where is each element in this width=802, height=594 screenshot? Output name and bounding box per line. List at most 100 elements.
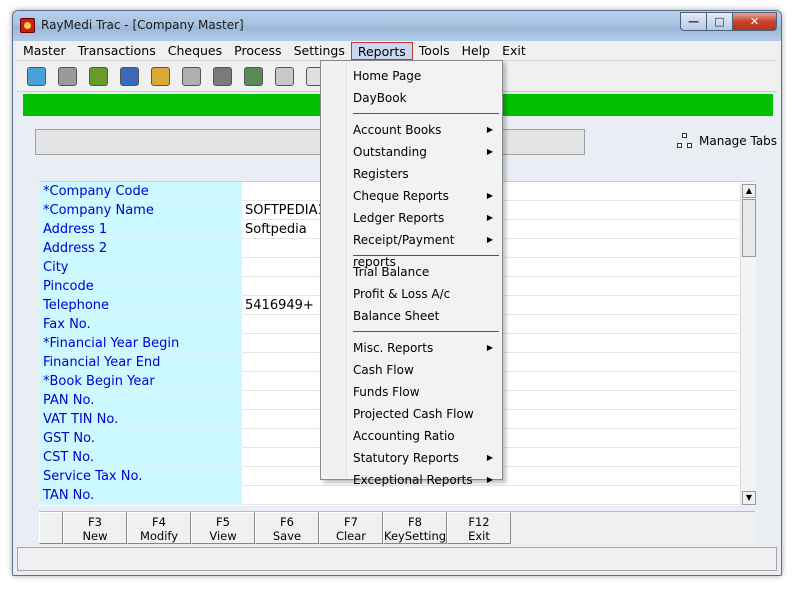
menu-item-label: Profit & Loss A/c — [353, 287, 451, 301]
menu-gutter — [323, 63, 347, 477]
fkey-save-button[interactable]: F6 Save — [255, 512, 319, 544]
menu-item-trial-balance[interactable]: Trial Balance — [353, 261, 501, 283]
field-label: *Financial Year Begin — [39, 334, 242, 353]
menu-item-funds-flow[interactable]: Funds Flow — [353, 381, 501, 403]
fkey-modify-button[interactable]: F4 Modify — [127, 512, 191, 544]
menu-master[interactable]: Master — [17, 42, 72, 60]
fkey-label: New — [82, 529, 108, 543]
field-label: GST No. — [39, 429, 242, 448]
maximize-button[interactable]: □ — [707, 12, 733, 31]
submenu-arrow-icon: ▶ — [486, 453, 493, 462]
toolbar-edit-button[interactable] — [240, 64, 266, 90]
menu-item-cheque-reports[interactable]: Cheque Reports ▶ — [353, 185, 501, 207]
menu-item-home-page[interactable]: Home Page — [353, 65, 501, 87]
menu-item-misc-reports[interactable]: Misc. Reports ▶ — [353, 337, 501, 359]
fkey-key: F6 — [280, 515, 294, 529]
menu-reports[interactable]: Reports — [350, 41, 413, 60]
fkey-key: F5 — [216, 515, 230, 529]
fkey-label: KeySetting — [384, 529, 447, 543]
scroll-down-icon[interactable]: ▼ — [742, 491, 756, 505]
menu-item-accounting-ratio[interactable]: Accounting Ratio — [353, 425, 501, 447]
submenu-arrow-icon: ▶ — [486, 213, 493, 222]
toolbar-book-button[interactable] — [23, 64, 49, 90]
reports-dropdown: Home Page DayBook Account Books ▶ Outstandin… — [320, 60, 503, 487]
field-label: VAT TIN No. — [39, 410, 242, 429]
submenu-arrow-icon: ▶ — [486, 475, 493, 484]
menu-item-label: Accounting Ratio — [353, 429, 455, 443]
menu-item-exceptional-reports[interactable]: Exceptional Reports ▶ — [353, 469, 501, 491]
report-icon — [274, 67, 294, 86]
field-label: Telephone — [39, 296, 242, 315]
submenu-arrow-icon: ▶ — [486, 191, 493, 200]
scroll-thumb[interactable] — [742, 199, 756, 257]
field-label: Address 1 — [39, 220, 242, 239]
menu-item-label: Trial Balance — [353, 265, 430, 279]
menu-item-label: Projected Cash Flow — [353, 407, 474, 421]
menu-item-balance-sheet[interactable]: Balance Sheet — [353, 305, 501, 327]
menu-item-registers[interactable]: Registers — [353, 163, 501, 185]
field-label: PAN No. — [39, 391, 242, 410]
fkey-label: Clear — [335, 529, 367, 543]
menu-settings[interactable]: Settings — [288, 42, 351, 60]
function-key-bar: F3 New F4 Modify F5 View F6 Save F7 Clear F8 KeySet… — [39, 511, 755, 544]
fkey-label: Exit — [468, 529, 490, 543]
menu-tools[interactable]: Tools — [413, 42, 456, 60]
minimize-button[interactable]: — — [680, 12, 707, 31]
toolbar-settings-button[interactable] — [209, 64, 235, 90]
toolbar-box-button[interactable] — [85, 64, 111, 90]
menu-help[interactable]: Help — [456, 42, 497, 60]
fkey-new-button[interactable]: F3 New — [63, 512, 127, 544]
field-label: *Company Code — [39, 182, 242, 201]
close-button[interactable]: ✕ — [733, 12, 777, 31]
fkey-exit-button[interactable]: F12 Exit — [447, 512, 511, 544]
scroll-up-icon[interactable]: ▲ — [742, 184, 756, 198]
menu-item-profit-loss-a-c[interactable]: Profit & Loss A/c — [353, 283, 501, 305]
window-title: RayMedi Trac - [Company Master] — [41, 18, 244, 32]
menu-item-ledger-reports[interactable]: Ledger Reports ▶ — [353, 207, 501, 229]
menu-item-projected-cash-flow[interactable]: Projected Cash Flow — [353, 403, 501, 425]
title-bar[interactable]: RayMedi Trac - [Company Master] — □ ✕ — [13, 11, 781, 41]
menu-item-statutory-reports[interactable]: Statutory Reports ▶ — [353, 447, 501, 469]
fkey-key: F4 — [152, 515, 166, 529]
fkey-keysetting-button[interactable]: F8 KeySetting — [383, 512, 447, 544]
submenu-arrow-icon: ▶ — [486, 125, 493, 134]
menu-item-account-books[interactable]: Account Books ▶ — [353, 119, 501, 141]
fkey-clear-button[interactable]: F7 Clear — [319, 512, 383, 544]
menu-item-label: Statutory Reports — [353, 451, 459, 465]
toolbar-users-button[interactable] — [116, 64, 142, 90]
menu-cheques[interactable]: Cheques — [162, 42, 228, 60]
menu-item-receipt-payment-reports[interactable]: Receipt/Payment reports ▶ — [353, 229, 501, 269]
menu-item-label: DayBook — [353, 91, 407, 105]
menu-separator — [353, 331, 499, 332]
menu-item-daybook[interactable]: DayBook — [353, 87, 501, 109]
menu-item-outstanding[interactable]: Outstanding ▶ — [353, 141, 501, 163]
menu-item-label: Home Page — [353, 69, 422, 83]
edit-icon — [243, 67, 263, 86]
fkey-label: Save — [272, 529, 302, 543]
menu-item-cash-flow[interactable]: Cash Flow — [353, 359, 501, 381]
manage-tabs-label: Manage Tabs — [699, 134, 778, 148]
menu-process[interactable]: Process — [228, 42, 287, 60]
menu-item-label: Balance Sheet — [353, 309, 440, 323]
field-label: *Company Name — [39, 201, 242, 220]
menu-item-label: Cheque Reports — [353, 189, 449, 203]
toolbar-cheque-button[interactable] — [178, 64, 204, 90]
fkey-view-button[interactable]: F5 View — [191, 512, 255, 544]
menu-item-label: Exceptional Reports — [353, 473, 473, 487]
printer-icon — [57, 67, 77, 86]
manage-tabs-button[interactable]: Manage Tabs — [677, 133, 777, 149]
menu-item-label: Account Books — [353, 123, 442, 137]
form-scrollbar[interactable]: ▲ ▼ — [740, 183, 756, 506]
toolbar-report-button[interactable] — [271, 64, 297, 90]
book-icon — [26, 67, 46, 86]
menu-bar: Master Transactions Cheques Process Settings… — [17, 41, 777, 61]
toolbar-folder-button[interactable] — [147, 64, 173, 90]
menu-exit[interactable]: Exit — [496, 42, 532, 60]
toolbar-printer-button[interactable] — [54, 64, 80, 90]
box-icon — [88, 67, 108, 86]
users-icon — [119, 67, 139, 86]
menu-transactions[interactable]: Transactions — [72, 42, 162, 60]
app-icon[interactable] — [20, 18, 35, 33]
field-label: *Book Begin Year — [39, 372, 242, 391]
field-label: Financial Year End — [39, 353, 242, 372]
